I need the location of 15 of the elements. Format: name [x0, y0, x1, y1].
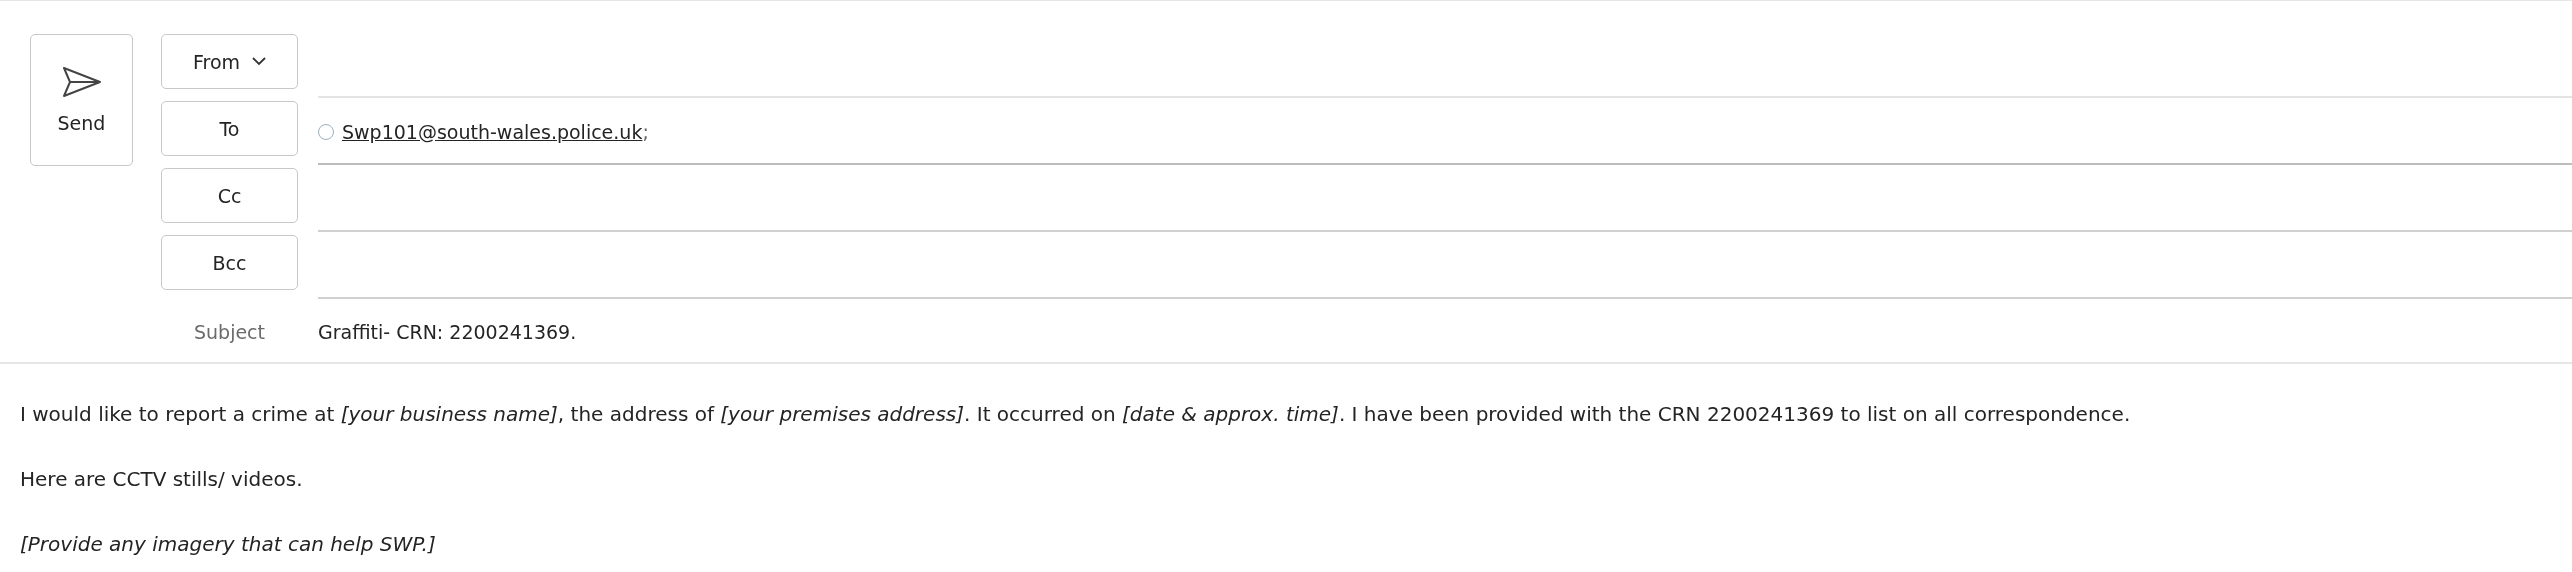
body-paragraph: I would like to report a crime at [your business name], the address of [your premises address]. It occurred on [date & approx. time]. I have been provided with the CRN 2200241369 to list on all correspondence.: [20, 402, 2132, 426]
subject-label: Subject: [193, 321, 266, 344]
recipient-field-button[interactable]: Cc: [161, 168, 298, 224]
recipient-field-button[interactable]: Bcc: [161, 235, 298, 291]
from-button[interactable]: From: [161, 34, 298, 89]
body-paragraph: [Provide any imagery that can help SWP.]: [20, 532, 437, 556]
subject-field[interactable]: Graffiti- CRN: 2200241369.: [318, 321, 577, 344]
recipient-field[interactable]: Swp101@south-wales.police.uk;: [318, 101, 2572, 166]
recipient-link[interactable]: Swp101@south-wales.police.uk: [342, 121, 643, 144]
recipient-field-button[interactable]: To: [161, 101, 298, 157]
separator-text: ;: [642, 121, 649, 144]
send-button[interactable]: Send: [30, 34, 133, 166]
body-paragraph: Here are CCTV stills/ videos.: [20, 467, 304, 491]
send-icon: [61, 66, 102, 98]
chevron-down-icon: [252, 57, 267, 66]
